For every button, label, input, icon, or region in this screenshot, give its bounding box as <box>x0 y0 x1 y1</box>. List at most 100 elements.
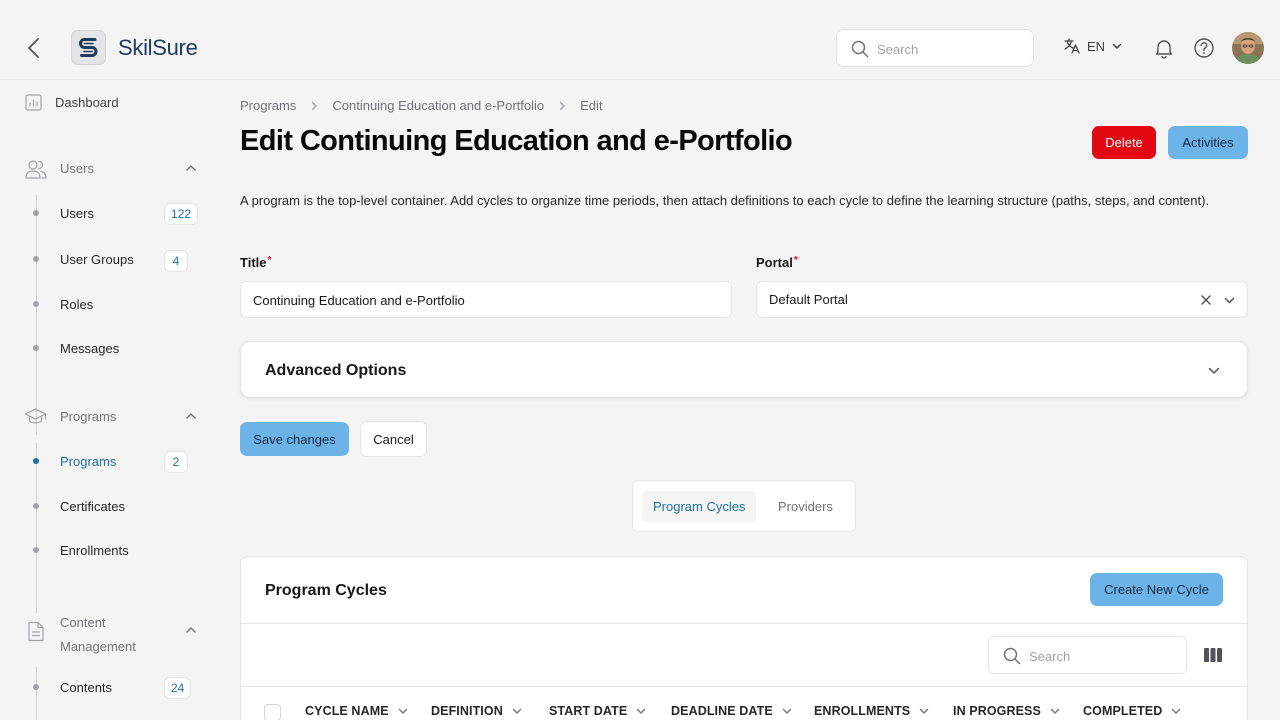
tab-program-cycles[interactable]: Program Cycles <box>642 491 757 522</box>
table-search[interactable] <box>988 636 1187 674</box>
sidebar-item-roles[interactable]: Roles <box>60 297 93 312</box>
global-search-input[interactable] <box>877 39 1027 59</box>
table-search-input[interactable] <box>1029 646 1179 666</box>
column-label: COMPLETED <box>1083 704 1163 718</box>
column-header-in-progress[interactable]: IN PROGRESS <box>953 704 1061 718</box>
clear-icon[interactable] <box>1199 293 1213 307</box>
cancel-button[interactable]: Cancel <box>360 421 427 457</box>
user-avatar[interactable] <box>1232 32 1264 64</box>
chevron-down-icon <box>781 705 793 717</box>
breadcrumb-programs[interactable]: Programs <box>240 98 296 113</box>
column-header-definition[interactable]: DEFINITION <box>431 704 523 718</box>
advanced-options-accordion[interactable]: Advanced Options <box>240 341 1248 398</box>
column-label: START DATE <box>549 704 628 718</box>
tree-dot <box>33 345 39 351</box>
title-field-label: Title* <box>240 255 271 270</box>
language-selector[interactable]: EN <box>1063 37 1123 55</box>
column-label: DEFINITION <box>431 704 503 718</box>
required-mark: * <box>267 255 272 266</box>
column-header-start-date[interactable]: START DATE <box>549 704 647 718</box>
sidebar-item-dashboard[interactable]: Dashboard <box>25 94 119 111</box>
tree-dot <box>33 301 39 307</box>
sidebar-section-programs[interactable]: Programs <box>60 409 116 424</box>
tree-dot-active <box>33 458 39 464</box>
column-header-deadline-date[interactable]: DEADLINE DATE <box>671 704 793 718</box>
tree-dot <box>33 684 39 690</box>
chevron-down-icon <box>397 705 409 717</box>
sidebar-item-users[interactable]: Users <box>60 206 94 221</box>
dashboard-icon <box>25 94 42 111</box>
sidebar-section-content-management[interactable]: Content Management <box>60 611 136 659</box>
tree-line <box>36 443 37 613</box>
chevron-right-icon <box>556 100 568 112</box>
back-arrow-icon[interactable] <box>24 36 44 60</box>
portal-selected-value: Default Portal <box>769 292 848 307</box>
breadcrumb-program[interactable]: Continuing Education and e-Portfolio <box>332 98 544 113</box>
page-title: Edit Continuing Education and e-Portfoli… <box>240 125 793 157</box>
column-label: DEADLINE DATE <box>671 704 773 718</box>
columns-toggle-icon[interactable] <box>1203 647 1223 663</box>
sidebar-item-user-groups[interactable]: User Groups <box>60 252 134 267</box>
chevron-down-icon <box>1170 705 1182 717</box>
field-label-text: Portal <box>756 255 793 270</box>
portal-select[interactable]: Default Portal <box>756 281 1248 318</box>
global-search[interactable] <box>836 29 1034 67</box>
select-all-checkbox[interactable] <box>264 704 281 720</box>
sidebar-item-label: Dashboard <box>55 95 119 110</box>
notifications-bell-icon[interactable] <box>1153 37 1175 59</box>
column-label: ENROLLMENTS <box>814 704 911 718</box>
delete-button[interactable]: Delete <box>1092 126 1156 159</box>
tree-dot <box>33 256 39 262</box>
sidebar-item-contents[interactable]: Contents <box>60 680 112 695</box>
breadcrumb-current: Edit <box>580 98 603 113</box>
tree-dot <box>33 547 39 553</box>
chevron-down-icon <box>918 705 930 717</box>
save-changes-button[interactable]: Save changes <box>240 422 349 456</box>
tree-line <box>36 667 37 720</box>
document-icon <box>27 621 45 642</box>
app-logo-icon <box>71 30 106 65</box>
app-name: SkilSure <box>118 35 198 60</box>
count-badge: 2 <box>164 451 188 473</box>
chevron-up-icon[interactable] <box>184 409 198 423</box>
chevron-down-icon <box>635 705 647 717</box>
tab-bar: Program Cycles Providers <box>632 480 856 532</box>
sidebar-section-users[interactable]: Users <box>60 161 94 176</box>
sidebar-item-messages[interactable]: Messages <box>60 341 119 356</box>
column-header-cycle-name[interactable]: CYCLE NAME <box>305 704 409 718</box>
users-group-icon <box>25 159 47 179</box>
chevron-down-icon <box>511 705 523 717</box>
column-label: IN PROGRESS <box>953 704 1041 718</box>
table-toolbar <box>241 624 1247 687</box>
help-icon[interactable] <box>1193 37 1215 59</box>
panel-title: Program Cycles <box>265 582 387 599</box>
language-label: EN <box>1087 38 1106 54</box>
sidebar-item-programs[interactable]: Programs <box>60 454 116 469</box>
count-badge: 122 <box>164 203 199 225</box>
column-header-completed[interactable]: COMPLETED <box>1083 704 1182 718</box>
search-icon <box>1003 647 1021 665</box>
title-input[interactable] <box>253 290 673 310</box>
count-badge: 24 <box>164 677 192 699</box>
top-bar: SkilSure EN <box>0 0 1280 80</box>
chevron-down-icon[interactable] <box>1223 294 1236 307</box>
field-label-text: Title <box>240 255 267 270</box>
program-cycles-panel: Program Cycles Create New Cycle CYCLE NA… <box>240 556 1248 720</box>
column-header-enrollments[interactable]: ENROLLMENTS <box>814 704 930 718</box>
activities-button[interactable]: Activities <box>1168 126 1248 159</box>
tab-providers[interactable]: Providers <box>767 491 844 522</box>
panel-header: Program Cycles Create New Cycle <box>241 557 1247 624</box>
chevron-up-icon[interactable] <box>184 623 198 637</box>
graduation-cap-icon <box>24 407 47 427</box>
sidebar-item-enrollments[interactable]: Enrollments <box>60 543 129 558</box>
sidebar-item-certificates[interactable]: Certificates <box>60 499 125 514</box>
advanced-options-title: Advanced Options <box>265 362 407 379</box>
chevron-up-icon[interactable] <box>184 161 198 175</box>
chevron-right-icon <box>308 100 320 112</box>
column-label: CYCLE NAME <box>305 704 389 718</box>
breadcrumb: Programs Continuing Education and e-Port… <box>240 98 603 113</box>
section-label-line1: Content <box>60 615 106 630</box>
title-field[interactable] <box>240 281 732 318</box>
chevron-down-icon <box>1049 705 1061 717</box>
create-new-cycle-button[interactable]: Create New Cycle <box>1090 573 1223 606</box>
